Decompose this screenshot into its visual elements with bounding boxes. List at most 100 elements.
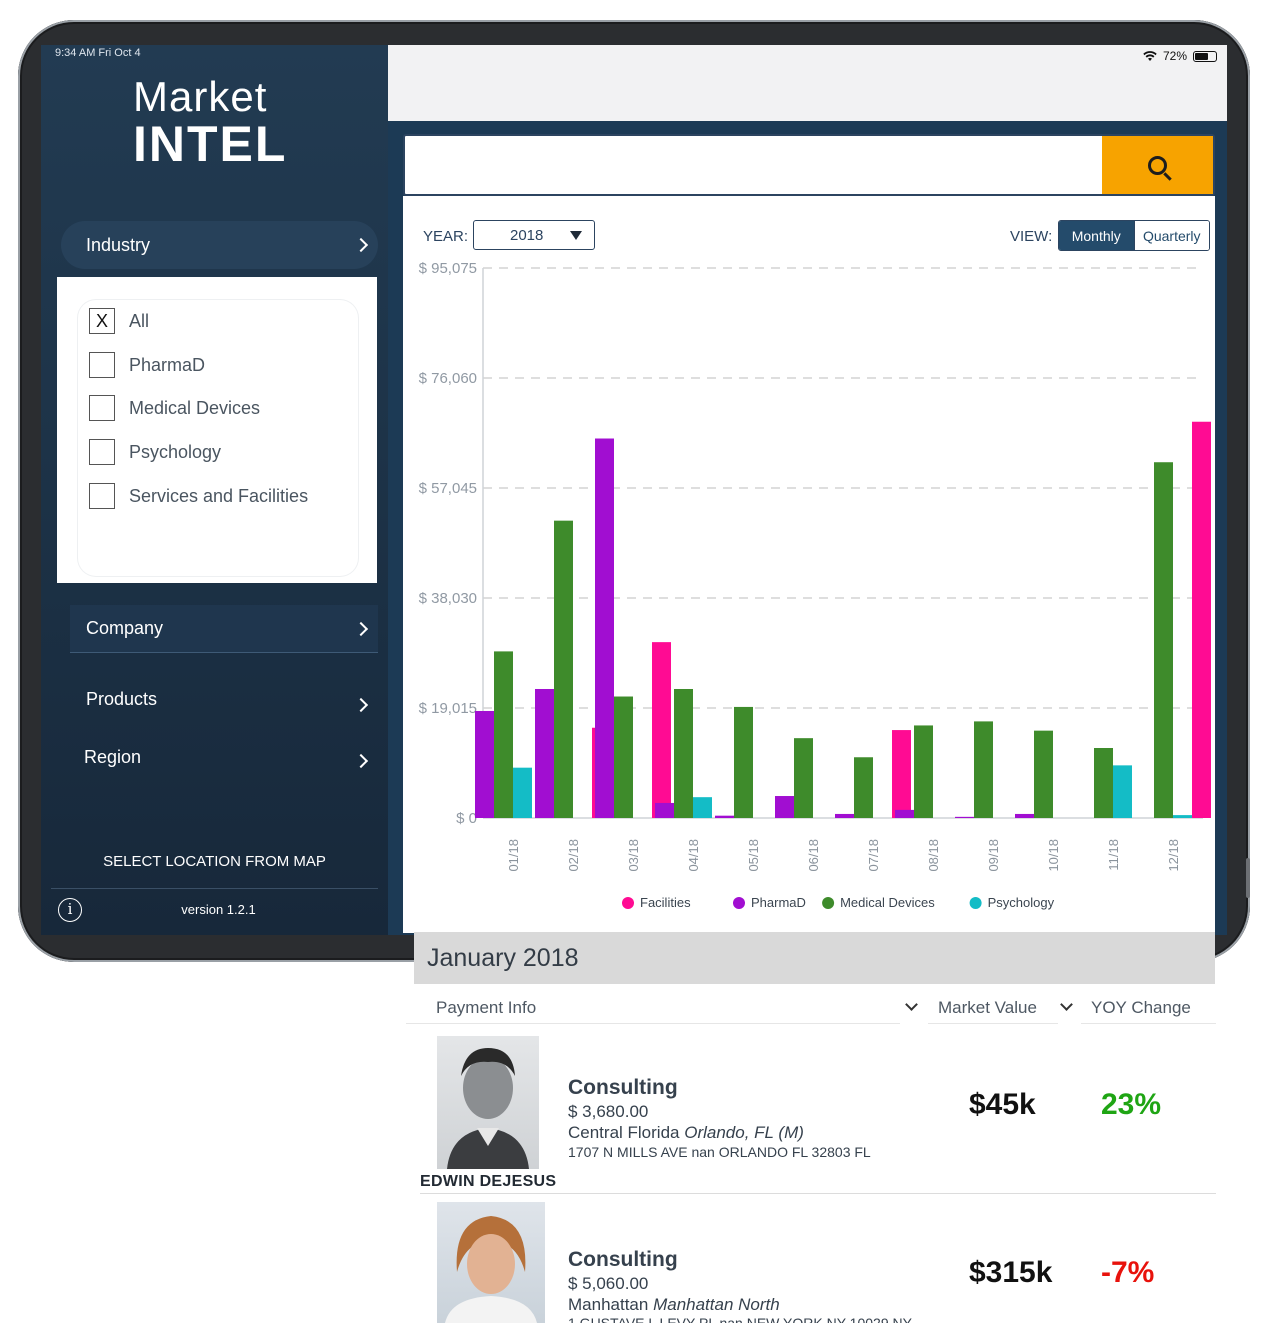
x-tick-label: 11/18 [1106, 839, 1121, 871]
nav-region[interactable]: Region [61, 733, 378, 781]
bar-facilities [1192, 421, 1211, 818]
bar-chart: $ 0 $ 19,015 $ 38,030 $ 57,045 $ 76,060 $ 95,… [419, 260, 1211, 910]
x-tick-label: 12/18 [1166, 839, 1181, 872]
status-right: 72% [1143, 49, 1217, 63]
person-name: EDWIN DEJESUS [420, 1173, 557, 1190]
filter-pharmad[interactable]: PharmaD [89, 352, 205, 378]
row-divider [420, 1193, 1216, 1194]
col-payment-info[interactable]: Payment Info [436, 998, 536, 1018]
nav-region-label: Region [84, 746, 142, 767]
payment-title: Consulting [568, 1248, 678, 1271]
checkbox-services-facilities[interactable] [89, 483, 115, 509]
chevron-right-icon [353, 621, 369, 636]
bar-facilities [652, 642, 671, 818]
x-tick-label: 02/18 [566, 839, 581, 872]
checkbox-pharmad[interactable] [89, 352, 115, 378]
location-detail: Orlando, FL (M) [684, 1123, 804, 1142]
location-region: Manhattan [568, 1295, 649, 1314]
side-button [1246, 858, 1250, 898]
battery-level [1195, 52, 1208, 60]
col-yoy-change[interactable]: YOY Change [1091, 998, 1191, 1018]
status-time: 9:34 AM Fri Oct 4 [55, 47, 141, 59]
x-tick-label: 05/18 [746, 839, 761, 872]
year-select[interactable]: 2018 [473, 220, 595, 250]
x-tick-label: 08/18 [926, 839, 941, 872]
nav-company[interactable]: Company [70, 605, 378, 653]
location-detail: Manhattan North [653, 1295, 780, 1314]
nav-industry[interactable]: Industry [61, 221, 378, 269]
checkbox-medical-devices[interactable] [89, 395, 115, 421]
view-monthly-button[interactable]: Monthly [1059, 221, 1134, 250]
logo-line2: INTEL [133, 116, 288, 172]
bar-psychology [513, 767, 532, 818]
legend-swatch [733, 897, 745, 909]
y-tick-label: $ 57,045 [419, 480, 477, 497]
x-tick-label: 09/18 [986, 839, 1001, 872]
checkbox-all[interactable]: X [89, 308, 115, 334]
filter-services-facilities[interactable]: Services and Facilities [89, 483, 308, 509]
bar-medical-devices [1034, 730, 1053, 818]
yoy-change: -7% [1101, 1256, 1155, 1289]
chevron-right-icon [353, 237, 369, 253]
filter-psychology[interactable]: Psychology [89, 439, 221, 465]
sidebar: Market INTEL Industry X All PharmaD Medi… [41, 45, 388, 935]
legend-swatch [622, 897, 634, 909]
x-tick-label: 04/18 [686, 839, 701, 872]
x-tick-label: 03/18 [626, 839, 641, 872]
legend-swatch [969, 897, 982, 909]
payment-row[interactable]: Consulting $ 5,060.00 Manhattan Manhatta… [414, 1200, 1216, 1323]
year-label: YEAR: [423, 228, 469, 245]
avatar [437, 1036, 539, 1169]
x-tick-label: 07/18 [866, 839, 881, 872]
checkbox-psychology[interactable] [89, 439, 115, 465]
select-location-button[interactable]: SELECT LOCATION FROM MAP [41, 853, 388, 870]
battery-percent: 72% [1162, 49, 1187, 63]
column-header-row: Payment Info Market Value YOY Change [406, 990, 1216, 1024]
filter-label: Services and Facilities [129, 485, 309, 506]
chevron-down-icon[interactable] [905, 998, 918, 1011]
y-tick-label: $ 19,015 [419, 700, 477, 717]
bar-pharmad [775, 796, 794, 818]
filter-all[interactable]: X All [89, 308, 149, 334]
year-value: 2018 [510, 226, 544, 244]
nav-industry-label: Industry [86, 234, 151, 255]
bar-medical-devices [914, 725, 933, 818]
filter-label: Psychology [129, 441, 222, 462]
payment-location: Central Florida Orlando, FL (M) [568, 1123, 804, 1143]
filter-medical-devices[interactable]: Medical Devices [89, 395, 260, 421]
view-quarterly-button[interactable]: Quarterly [1133, 221, 1209, 250]
bar-psychology [1113, 765, 1132, 818]
x-tick-label: 01/18 [506, 839, 521, 872]
bar-facilities [892, 730, 911, 818]
chevron-right-icon [353, 697, 369, 713]
bar-pharmad [475, 710, 494, 818]
search-input[interactable] [415, 144, 1095, 184]
divider [1081, 1023, 1216, 1024]
app-logo: Market INTEL [133, 75, 288, 172]
bar-medical-devices [674, 688, 693, 818]
bar-medical-devices [854, 757, 873, 818]
bar-pharmad [655, 802, 674, 818]
industry-filter-panel: X All PharmaD Medical Devices Psychology [57, 277, 377, 583]
bar-pharmad [535, 688, 554, 818]
chart-panel: YEAR: 2018 VIEW: Monthly Quarterly $ 0 $ … [403, 196, 1215, 933]
search-button[interactable] [1102, 136, 1213, 194]
search-icon [1148, 155, 1167, 175]
status-bar: 9:34 AM Fri Oct 4 72% [41, 45, 1227, 63]
nav-company-label: Company [86, 618, 164, 638]
chevron-down-icon[interactable] [1060, 998, 1073, 1011]
col-market-value[interactable]: Market Value [938, 998, 1037, 1018]
payment-location: Manhattan Manhattan North [568, 1295, 780, 1315]
y-tick-label: $ 95,075 [419, 260, 477, 277]
legend-label: Psychology [988, 895, 1055, 910]
yoy-change: 23% [1101, 1088, 1162, 1121]
payment-amount: $ 5,060.00 [568, 1274, 649, 1293]
legend-swatch [822, 897, 835, 909]
payment-row[interactable]: Consulting $ 3,680.00 Central Florida Or… [414, 1030, 1216, 1190]
view-toggle: Monthly Quarterly [1058, 220, 1210, 251]
bar-psychology [1173, 815, 1192, 818]
nav-products[interactable]: Products [61, 675, 378, 723]
y-tick-label: $ 38,030 [419, 590, 477, 607]
avatar [437, 1202, 545, 1323]
person-photo [447, 1048, 529, 1169]
